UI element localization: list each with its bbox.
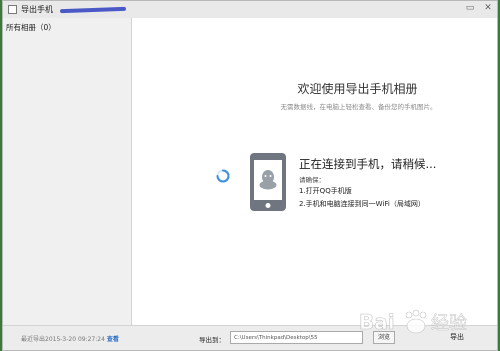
loading-spinner-icon — [216, 169, 230, 183]
close-button[interactable]: ✕ — [483, 3, 493, 13]
step-open-qq: 1.打开QQ手机版 — [299, 187, 352, 195]
confirm-title: 请确保： — [299, 176, 325, 184]
svg-text:Bai: Bai — [359, 310, 395, 334]
export-path-input[interactable] — [230, 331, 363, 344]
window-title: 导出手机 — [21, 5, 53, 14]
step-same-wifi: 2.手机和电脑连接到同一WiFi（局域网） — [299, 200, 425, 208]
window-controls: ▭ ✕ — [465, 3, 493, 13]
connecting-status: 正在连接到手机，请稍候... — [299, 157, 437, 171]
export-phone-album-window: 导出手机 ▭ ✕ 所有相册（0） 欢迎使用导出手机相册 无需数据线，在电脑上轻松… — [2, 0, 498, 351]
title-bar: 导出手机 ▭ ✕ — [3, 1, 497, 18]
baidu-jingyan-watermark: Bai 经验 — [359, 309, 467, 334]
last-export-info: 最近导出2015-3-20 09:27:24 查看 — [21, 334, 119, 343]
export-to-label: 导出到： — [199, 336, 225, 344]
phone-qq-icon — [250, 153, 286, 211]
minimize-button[interactable]: ▭ — [465, 3, 475, 13]
all-albums-header[interactable]: 所有相册（0） — [6, 22, 56, 33]
album-sidebar: 所有相册（0） — [3, 18, 132, 325]
redaction-scribble — [59, 6, 127, 14]
welcome-title: 欢迎使用导出手机相册 — [297, 82, 418, 96]
last-export-text: 最近导出2015-3-20 09:27:24 — [21, 336, 105, 343]
app-icon — [8, 5, 17, 14]
svg-text:经验: 经验 — [431, 313, 467, 334]
main-panel: 欢迎使用导出手机相册 无需数据线，在电脑上轻松查看、备份您的手机图片。 正在连接… — [132, 18, 497, 325]
welcome-subtitle: 无需数据线，在电脑上轻松查看、备份您的手机图片。 — [280, 103, 437, 111]
view-link[interactable]: 查看 — [107, 336, 119, 343]
